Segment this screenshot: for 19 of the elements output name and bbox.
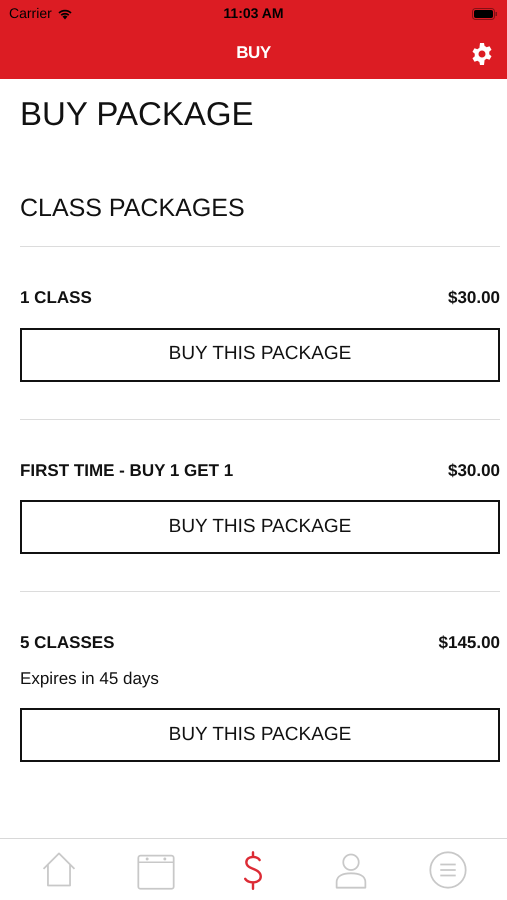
package-name: 5 CLASSES bbox=[20, 632, 114, 654]
package-price: $145.00 bbox=[438, 632, 500, 654]
buy-package-button[interactable]: BUY THIS PACKAGE bbox=[20, 500, 500, 554]
nav-title: BUY bbox=[236, 42, 271, 64]
buy-package-button[interactable]: BUY THIS PACKAGE bbox=[20, 328, 500, 382]
buy-package-button[interactable]: BUY THIS PACKAGE bbox=[20, 708, 500, 762]
status-time: 11:03 AM bbox=[223, 4, 284, 23]
package-name: 1 CLASS bbox=[20, 287, 92, 309]
package-price: $30.00 bbox=[448, 460, 500, 482]
package-note: Expires in 45 days bbox=[20, 668, 160, 690]
package-price: $30.00 bbox=[448, 287, 500, 309]
package-name: FIRST TIME - BUY 1 GET 1 bbox=[20, 460, 234, 482]
section-title: CLASS PACKAGES bbox=[20, 193, 246, 224]
carrier-label: Carrier bbox=[9, 4, 52, 23]
wifi-icon bbox=[56, 8, 73, 20]
settings-icon[interactable] bbox=[470, 42, 494, 66]
page-title: BUY PACKAGE bbox=[20, 94, 255, 134]
battery-icon bbox=[472, 8, 498, 20]
menu-icon[interactable] bbox=[427, 848, 470, 890]
